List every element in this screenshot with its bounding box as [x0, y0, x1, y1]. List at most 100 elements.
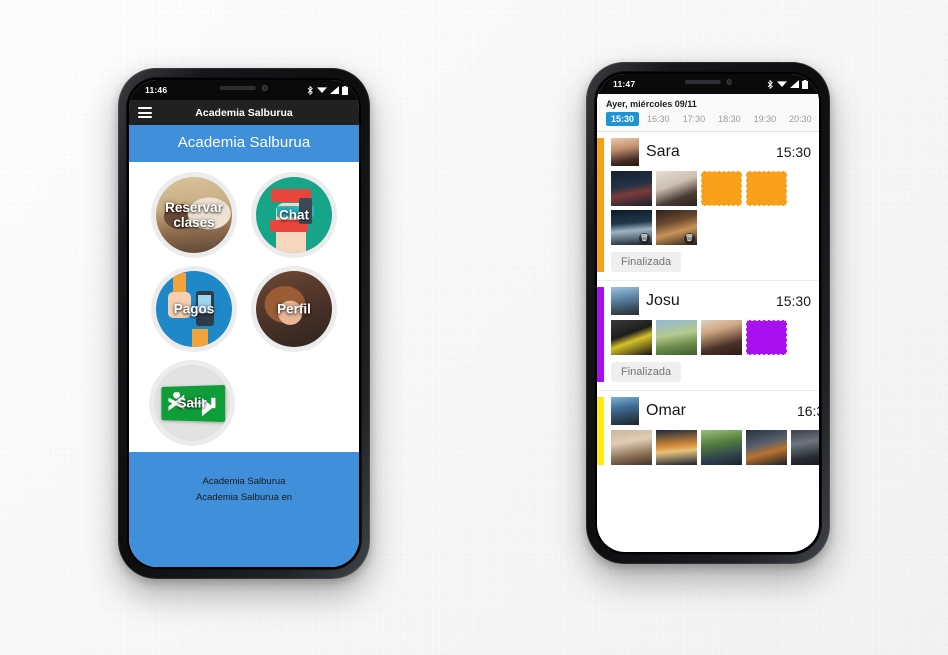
- photo-thumbnail[interactable]: [611, 430, 652, 465]
- photo-thumbnail[interactable]: 🗑: [656, 210, 697, 245]
- bluetooth-icon: [767, 79, 773, 89]
- phone-device-left: 11:46 Academia Salburua Academia Salburu…: [118, 68, 370, 579]
- app-icon-salir[interactable]: Salir: [149, 360, 235, 446]
- chat-artwork: [256, 177, 332, 253]
- pagos-artwork: [156, 271, 232, 347]
- time-tab-1630[interactable]: 16:30: [642, 112, 675, 126]
- photo-grid: [611, 320, 811, 355]
- photo-placeholder[interactable]: [701, 171, 742, 206]
- hand-card-shape: [168, 292, 191, 319]
- earpiece-speaker-icon: [220, 86, 257, 90]
- session-name: Josu: [646, 292, 680, 309]
- status-time: 11:46: [145, 85, 168, 95]
- photo-thumbnail[interactable]: [746, 430, 787, 465]
- perfil-artwork: [256, 271, 332, 347]
- phone-bezel-left: 11:46 Academia Salburua Academia Salburu…: [126, 77, 362, 570]
- photo-thumbnail[interactable]: [656, 320, 697, 355]
- session-time: 15:30: [775, 144, 811, 160]
- session-body: Josu 15:30 Finalizada: [611, 287, 819, 382]
- photo-grid: [611, 430, 819, 465]
- photo-placeholder[interactable]: [746, 171, 787, 206]
- session-header: Omar 16:30: [611, 397, 819, 425]
- app-toolbar: Academia Salburua: [129, 100, 359, 125]
- session-name: Omar: [646, 402, 686, 419]
- session-accent-bar: [597, 138, 604, 272]
- wifi-icon: [317, 87, 327, 93]
- app-icon-grid: Reservar clases Chat Pagos Perfil Salir: [129, 162, 359, 452]
- session-header: Sara 15:30: [611, 138, 811, 166]
- session-list: Sara 15:30 🗑 🗑 Finalizada Josu 15:30 Fin…: [597, 132, 819, 473]
- status-badge[interactable]: Finalizada: [611, 362, 682, 382]
- photo-placeholder[interactable]: [746, 320, 787, 355]
- photo-thumbnail[interactable]: [656, 430, 697, 465]
- session-row-omar[interactable]: Omar 16:30: [597, 391, 819, 473]
- phone-bezel-right: 11:47 Ayer, miércoles 09/11 15:30 16:30 …: [594, 71, 822, 555]
- signal-icon: [790, 80, 799, 88]
- reservar-clases-artwork: [156, 177, 232, 253]
- time-tab-1830[interactable]: 18:30: [713, 112, 746, 126]
- session-time: 15:30: [775, 293, 811, 309]
- photo-thumbnail[interactable]: [701, 320, 742, 355]
- app-icon-perfil[interactable]: Perfil: [251, 266, 337, 352]
- salir-artwork: [154, 365, 230, 441]
- exit-arrow-icon: [191, 397, 216, 417]
- avatar[interactable]: [611, 287, 639, 315]
- time-tabs: 15:30 16:30 17:30 18:30 19:30 20:30: [597, 109, 819, 132]
- delete-icon[interactable]: 🗑: [639, 233, 650, 244]
- exit-sign-icon: [161, 384, 226, 422]
- delete-icon[interactable]: 🗑: [684, 233, 695, 244]
- app-icon-reservar-clases[interactable]: Reservar clases: [151, 172, 237, 258]
- photo-thumbnail[interactable]: 🗑: [611, 210, 652, 245]
- photo-thumbnail[interactable]: [791, 430, 819, 465]
- session-row-sara[interactable]: Sara 15:30 🗑 🗑 Finalizada: [597, 132, 819, 281]
- battery-icon: [342, 85, 348, 95]
- session-body: Omar 16:30: [611, 397, 819, 465]
- time-tab-1730[interactable]: 17:30: [678, 112, 711, 126]
- sleeve-bottom: [192, 328, 208, 347]
- device-notch: [188, 80, 300, 96]
- footer: Academia Salburua Academia Salburua en: [129, 452, 359, 567]
- photo-thumbnail[interactable]: [611, 320, 652, 355]
- session-time: 16:30: [796, 403, 819, 419]
- status-badge[interactable]: Finalizada: [611, 252, 682, 272]
- phone-device-right: 11:47 Ayer, miércoles 09/11 15:30 16:30 …: [586, 62, 830, 564]
- time-tab-2030[interactable]: 20:30: [784, 112, 817, 126]
- time-tab-1530[interactable]: 15:30: [606, 112, 640, 126]
- avatar[interactable]: [611, 397, 639, 425]
- photo-grid: 🗑 🗑: [611, 171, 811, 245]
- footer-line-2: Academia Salburua en: [195, 491, 293, 503]
- chat-phone-shape: [298, 198, 313, 225]
- status-icons: [307, 85, 348, 95]
- app-icon-pagos[interactable]: Pagos: [151, 266, 237, 352]
- front-camera-icon: [262, 85, 268, 91]
- avatar[interactable]: [611, 138, 639, 166]
- date-header: Ayer, miércoles 09/11: [597, 94, 819, 109]
- session-body: Sara 15:30 🗑 🗑 Finalizada: [611, 138, 819, 272]
- wifi-icon: [777, 81, 787, 87]
- hamburger-menu-icon[interactable]: [138, 107, 152, 118]
- screen-right: 11:47 Ayer, miércoles 09/11 15:30 16:30 …: [597, 74, 819, 552]
- session-accent-bar: [597, 397, 604, 465]
- app-icon-chat[interactable]: Chat: [251, 172, 337, 258]
- page-title: Academia Salburua: [129, 125, 359, 162]
- front-camera-icon: [726, 79, 732, 85]
- status-icons: [767, 79, 808, 89]
- running-person-icon: [168, 391, 185, 415]
- earpiece-speaker-icon: [684, 80, 721, 84]
- toolbar-title: Academia Salburua: [195, 106, 293, 119]
- device-notch: [654, 74, 762, 90]
- session-accent-bar: [597, 287, 604, 382]
- status-bar-right: 11:47: [597, 74, 819, 94]
- status-bar-left: 11:46: [129, 80, 359, 100]
- signal-icon: [330, 86, 339, 94]
- session-name: Sara: [646, 143, 680, 160]
- photo-thumbnail[interactable]: [701, 430, 742, 465]
- battery-icon: [802, 79, 808, 89]
- photo-thumbnail[interactable]: [656, 171, 697, 206]
- session-header: Josu 15:30: [611, 287, 811, 315]
- session-row-josu[interactable]: Josu 15:30 Finalizada: [597, 281, 819, 391]
- footer-line-1: Academia Salburua: [202, 476, 286, 487]
- screen-left: 11:46 Academia Salburua Academia Salburu…: [129, 80, 359, 567]
- photo-thumbnail[interactable]: [611, 171, 652, 206]
- time-tab-1930[interactable]: 19:30: [749, 112, 782, 126]
